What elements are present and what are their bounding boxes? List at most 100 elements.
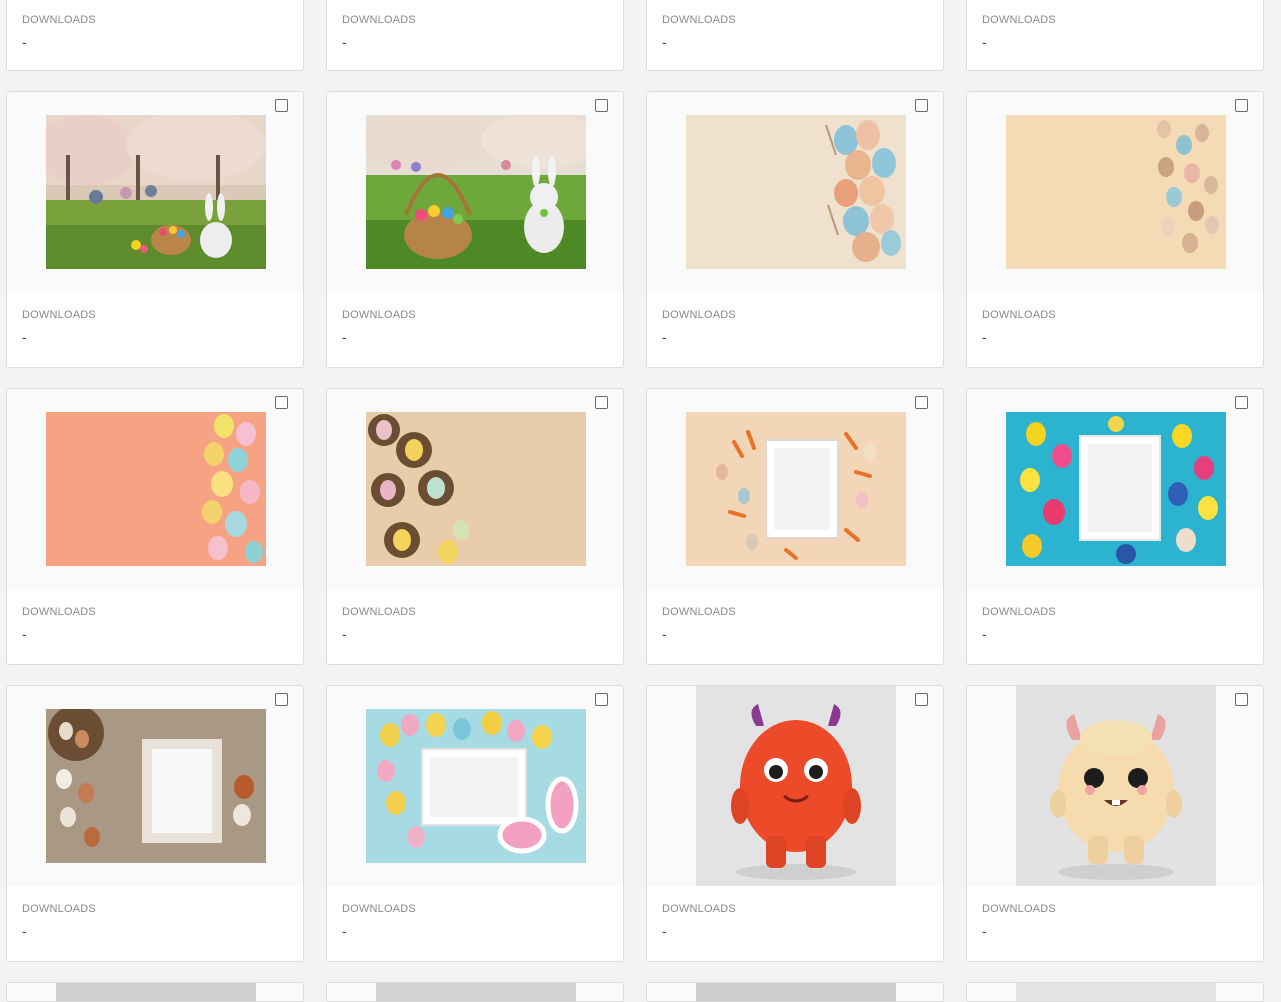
asset-card[interactable]: DOWNLOADS - <box>6 0 304 71</box>
select-checkbox[interactable] <box>275 99 288 112</box>
downloads-value: - <box>982 626 987 642</box>
downloads-label: DOWNLOADS <box>22 309 96 321</box>
downloads-value: - <box>662 923 667 939</box>
downloads-label: DOWNLOADS <box>982 903 1056 915</box>
asset-thumbnail[interactable] <box>647 983 943 1001</box>
easter-picnic-image <box>46 115 266 269</box>
downloads-value: - <box>662 34 667 50</box>
select-checkbox[interactable] <box>595 99 608 112</box>
select-checkbox[interactable] <box>915 99 928 112</box>
asset-card[interactable] <box>326 982 624 1002</box>
downloads-label: DOWNLOADS <box>342 309 416 321</box>
downloads-label: DOWNLOADS <box>342 606 416 618</box>
card-meta: DOWNLOADS - <box>967 292 1263 367</box>
downloads-value: - <box>342 626 347 642</box>
asset-card[interactable]: DOWNLOADS - <box>646 685 944 962</box>
select-checkbox[interactable] <box>595 693 608 706</box>
asset-card[interactable]: DOWNLOADS - <box>6 685 304 962</box>
asset-card[interactable] <box>646 982 944 1002</box>
asset-thumbnail[interactable] <box>967 686 1263 886</box>
downloads-value: - <box>22 626 27 642</box>
downloads-value: - <box>342 34 347 50</box>
downloads-value: - <box>982 329 987 345</box>
card-meta: DOWNLOADS - <box>327 0 623 70</box>
downloads-value: - <box>982 923 987 939</box>
select-checkbox[interactable] <box>275 396 288 409</box>
asset-thumbnail[interactable] <box>7 389 303 589</box>
downloads-label: DOWNLOADS <box>662 14 736 26</box>
asset-thumbnail[interactable] <box>7 686 303 886</box>
asset-card[interactable]: DOWNLOADS - <box>326 388 624 665</box>
select-checkbox[interactable] <box>915 396 928 409</box>
asset-thumbnail[interactable] <box>327 92 623 292</box>
downloads-label: DOWNLOADS <box>982 309 1056 321</box>
eggs-peach-image <box>46 412 266 566</box>
frame-bunny-ears-image <box>366 709 586 863</box>
downloads-label: DOWNLOADS <box>22 903 96 915</box>
downloads-value: - <box>22 923 27 939</box>
asset-thumbnail[interactable] <box>647 686 943 886</box>
downloads-label: DOWNLOADS <box>982 14 1056 26</box>
asset-card[interactable]: DOWNLOADS - <box>326 685 624 962</box>
asset-thumbnail[interactable] <box>327 389 623 589</box>
asset-card[interactable]: DOWNLOADS - <box>966 388 1264 665</box>
asset-grid: DOWNLOADS - DOWNLOADS - DOWNLOADS - DOWN… <box>0 0 1281 1002</box>
asset-thumbnail[interactable] <box>967 983 1263 1001</box>
orange-monster-image <box>696 686 896 886</box>
asset-thumbnail[interactable] <box>647 389 943 589</box>
downloads-label: DOWNLOADS <box>662 903 736 915</box>
asset-card[interactable]: DOWNLOADS - <box>6 91 304 368</box>
cream-monster-image <box>1016 686 1216 886</box>
asset-thumbnail[interactable] <box>327 983 623 1001</box>
frame-carrots-image <box>686 412 906 566</box>
frame-colorful-eggs-image <box>1006 412 1226 566</box>
downloads-value: - <box>22 329 27 345</box>
asset-card[interactable]: DOWNLOADS - <box>326 91 624 368</box>
asset-card[interactable]: DOWNLOADS - <box>326 0 624 71</box>
select-checkbox[interactable] <box>1235 99 1248 112</box>
asset-image-partial <box>376 983 576 1001</box>
card-meta: DOWNLOADS - <box>967 0 1263 70</box>
downloads-label: DOWNLOADS <box>342 14 416 26</box>
asset-card[interactable]: DOWNLOADS - <box>646 388 944 665</box>
asset-thumbnail[interactable] <box>967 92 1263 292</box>
select-checkbox[interactable] <box>595 396 608 409</box>
card-meta: DOWNLOADS - <box>7 886 303 961</box>
downloads-label: DOWNLOADS <box>22 606 96 618</box>
asset-card[interactable] <box>6 982 304 1002</box>
select-checkbox[interactable] <box>1235 693 1248 706</box>
select-checkbox[interactable] <box>1235 396 1248 409</box>
speckled-eggs-image <box>1006 115 1226 269</box>
downloads-label: DOWNLOADS <box>662 309 736 321</box>
frame-eggs-wood-image <box>46 709 266 863</box>
asset-image-partial <box>56 983 256 1001</box>
asset-card[interactable]: DOWNLOADS - <box>646 0 944 71</box>
select-checkbox[interactable] <box>275 693 288 706</box>
asset-thumbnail[interactable] <box>967 389 1263 589</box>
card-meta: DOWNLOADS - <box>647 589 943 664</box>
pastel-eggs-image <box>686 115 906 269</box>
downloads-value: - <box>22 34 27 50</box>
card-meta: DOWNLOADS - <box>327 589 623 664</box>
card-meta: DOWNLOADS - <box>327 886 623 961</box>
asset-card[interactable]: DOWNLOADS - <box>646 91 944 368</box>
downloads-value: - <box>342 923 347 939</box>
asset-image-partial <box>696 983 896 1001</box>
card-meta: DOWNLOADS - <box>7 292 303 367</box>
easter-basket-bunny-image <box>366 115 586 269</box>
asset-card[interactable]: DOWNLOADS - <box>6 388 304 665</box>
asset-thumbnail[interactable] <box>7 92 303 292</box>
asset-card[interactable]: DOWNLOADS - <box>966 685 1264 962</box>
downloads-value: - <box>982 34 987 50</box>
asset-thumbnail[interactable] <box>327 686 623 886</box>
downloads-value: - <box>662 329 667 345</box>
asset-thumbnail[interactable] <box>7 983 303 1001</box>
card-meta: DOWNLOADS - <box>327 292 623 367</box>
card-meta: DOWNLOADS - <box>7 589 303 664</box>
asset-card[interactable] <box>966 982 1264 1002</box>
asset-thumbnail[interactable] <box>647 92 943 292</box>
downloads-label: DOWNLOADS <box>662 606 736 618</box>
select-checkbox[interactable] <box>915 693 928 706</box>
asset-card[interactable]: DOWNLOADS - <box>966 0 1264 71</box>
asset-card[interactable]: DOWNLOADS - <box>966 91 1264 368</box>
